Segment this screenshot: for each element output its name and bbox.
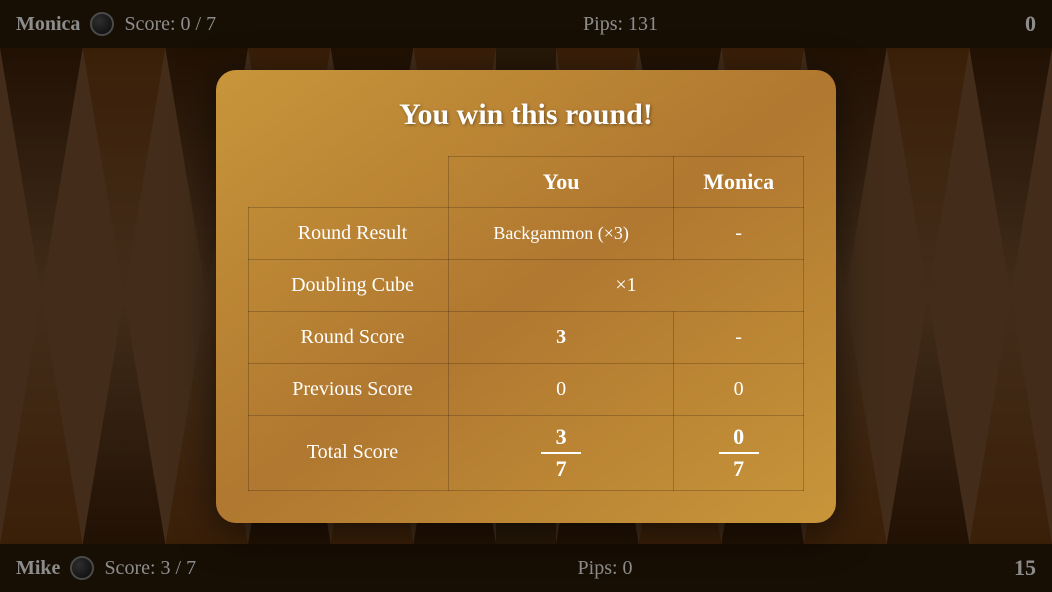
- total-score-row: Total Score 3 7 0: [249, 415, 804, 490]
- modal-overlay: You win this round! You Monica Round Res…: [0, 0, 1052, 592]
- you-fraction-denominator: 7: [556, 456, 567, 482]
- round-score-you: 3: [449, 311, 674, 363]
- round-result-label: Round Result: [249, 207, 449, 259]
- round-result-row: Round Result Backgammon (×3) -: [249, 207, 804, 259]
- total-score-you: 3 7: [449, 415, 674, 490]
- doubling-cube-label: Doubling Cube: [249, 259, 449, 311]
- modal-title: You win this round!: [248, 98, 804, 132]
- round-result-monica: -: [674, 207, 804, 259]
- monica-fraction: 0 7: [719, 424, 759, 482]
- previous-score-row: Previous Score 0 0: [249, 363, 804, 415]
- doubling-cube-row: Doubling Cube ×1: [249, 259, 804, 311]
- total-score-label: Total Score: [249, 415, 449, 490]
- monica-fraction-denominator: 7: [733, 456, 744, 482]
- doubling-cube-value: ×1: [449, 259, 804, 311]
- previous-score-label: Previous Score: [249, 363, 449, 415]
- previous-score-monica: 0: [674, 363, 804, 415]
- monica-fraction-line: [719, 452, 759, 454]
- round-score-row: Round Score 3 -: [249, 311, 804, 363]
- you-fraction-numerator: 3: [556, 424, 567, 450]
- round-result-you: Backgammon (×3): [449, 207, 674, 259]
- header-monica: Monica: [674, 156, 804, 207]
- you-fraction: 3 7: [541, 424, 581, 482]
- total-score-monica: 0 7: [674, 415, 804, 490]
- table-header-row: You Monica: [249, 156, 804, 207]
- board-background: Monica Score: 0 / 7 Pips: 131 0 Mike Sco…: [0, 0, 1052, 592]
- you-fraction-line: [541, 452, 581, 454]
- round-score-label: Round Score: [249, 311, 449, 363]
- score-modal: You win this round! You Monica Round Res…: [216, 70, 836, 523]
- monica-fraction-numerator: 0: [733, 424, 744, 450]
- header-you: You: [449, 156, 674, 207]
- round-score-monica: -: [674, 311, 804, 363]
- header-empty: [249, 156, 449, 207]
- score-table: You Monica Round Result Backgammon (×3) …: [248, 156, 804, 491]
- previous-score-you: 0: [449, 363, 674, 415]
